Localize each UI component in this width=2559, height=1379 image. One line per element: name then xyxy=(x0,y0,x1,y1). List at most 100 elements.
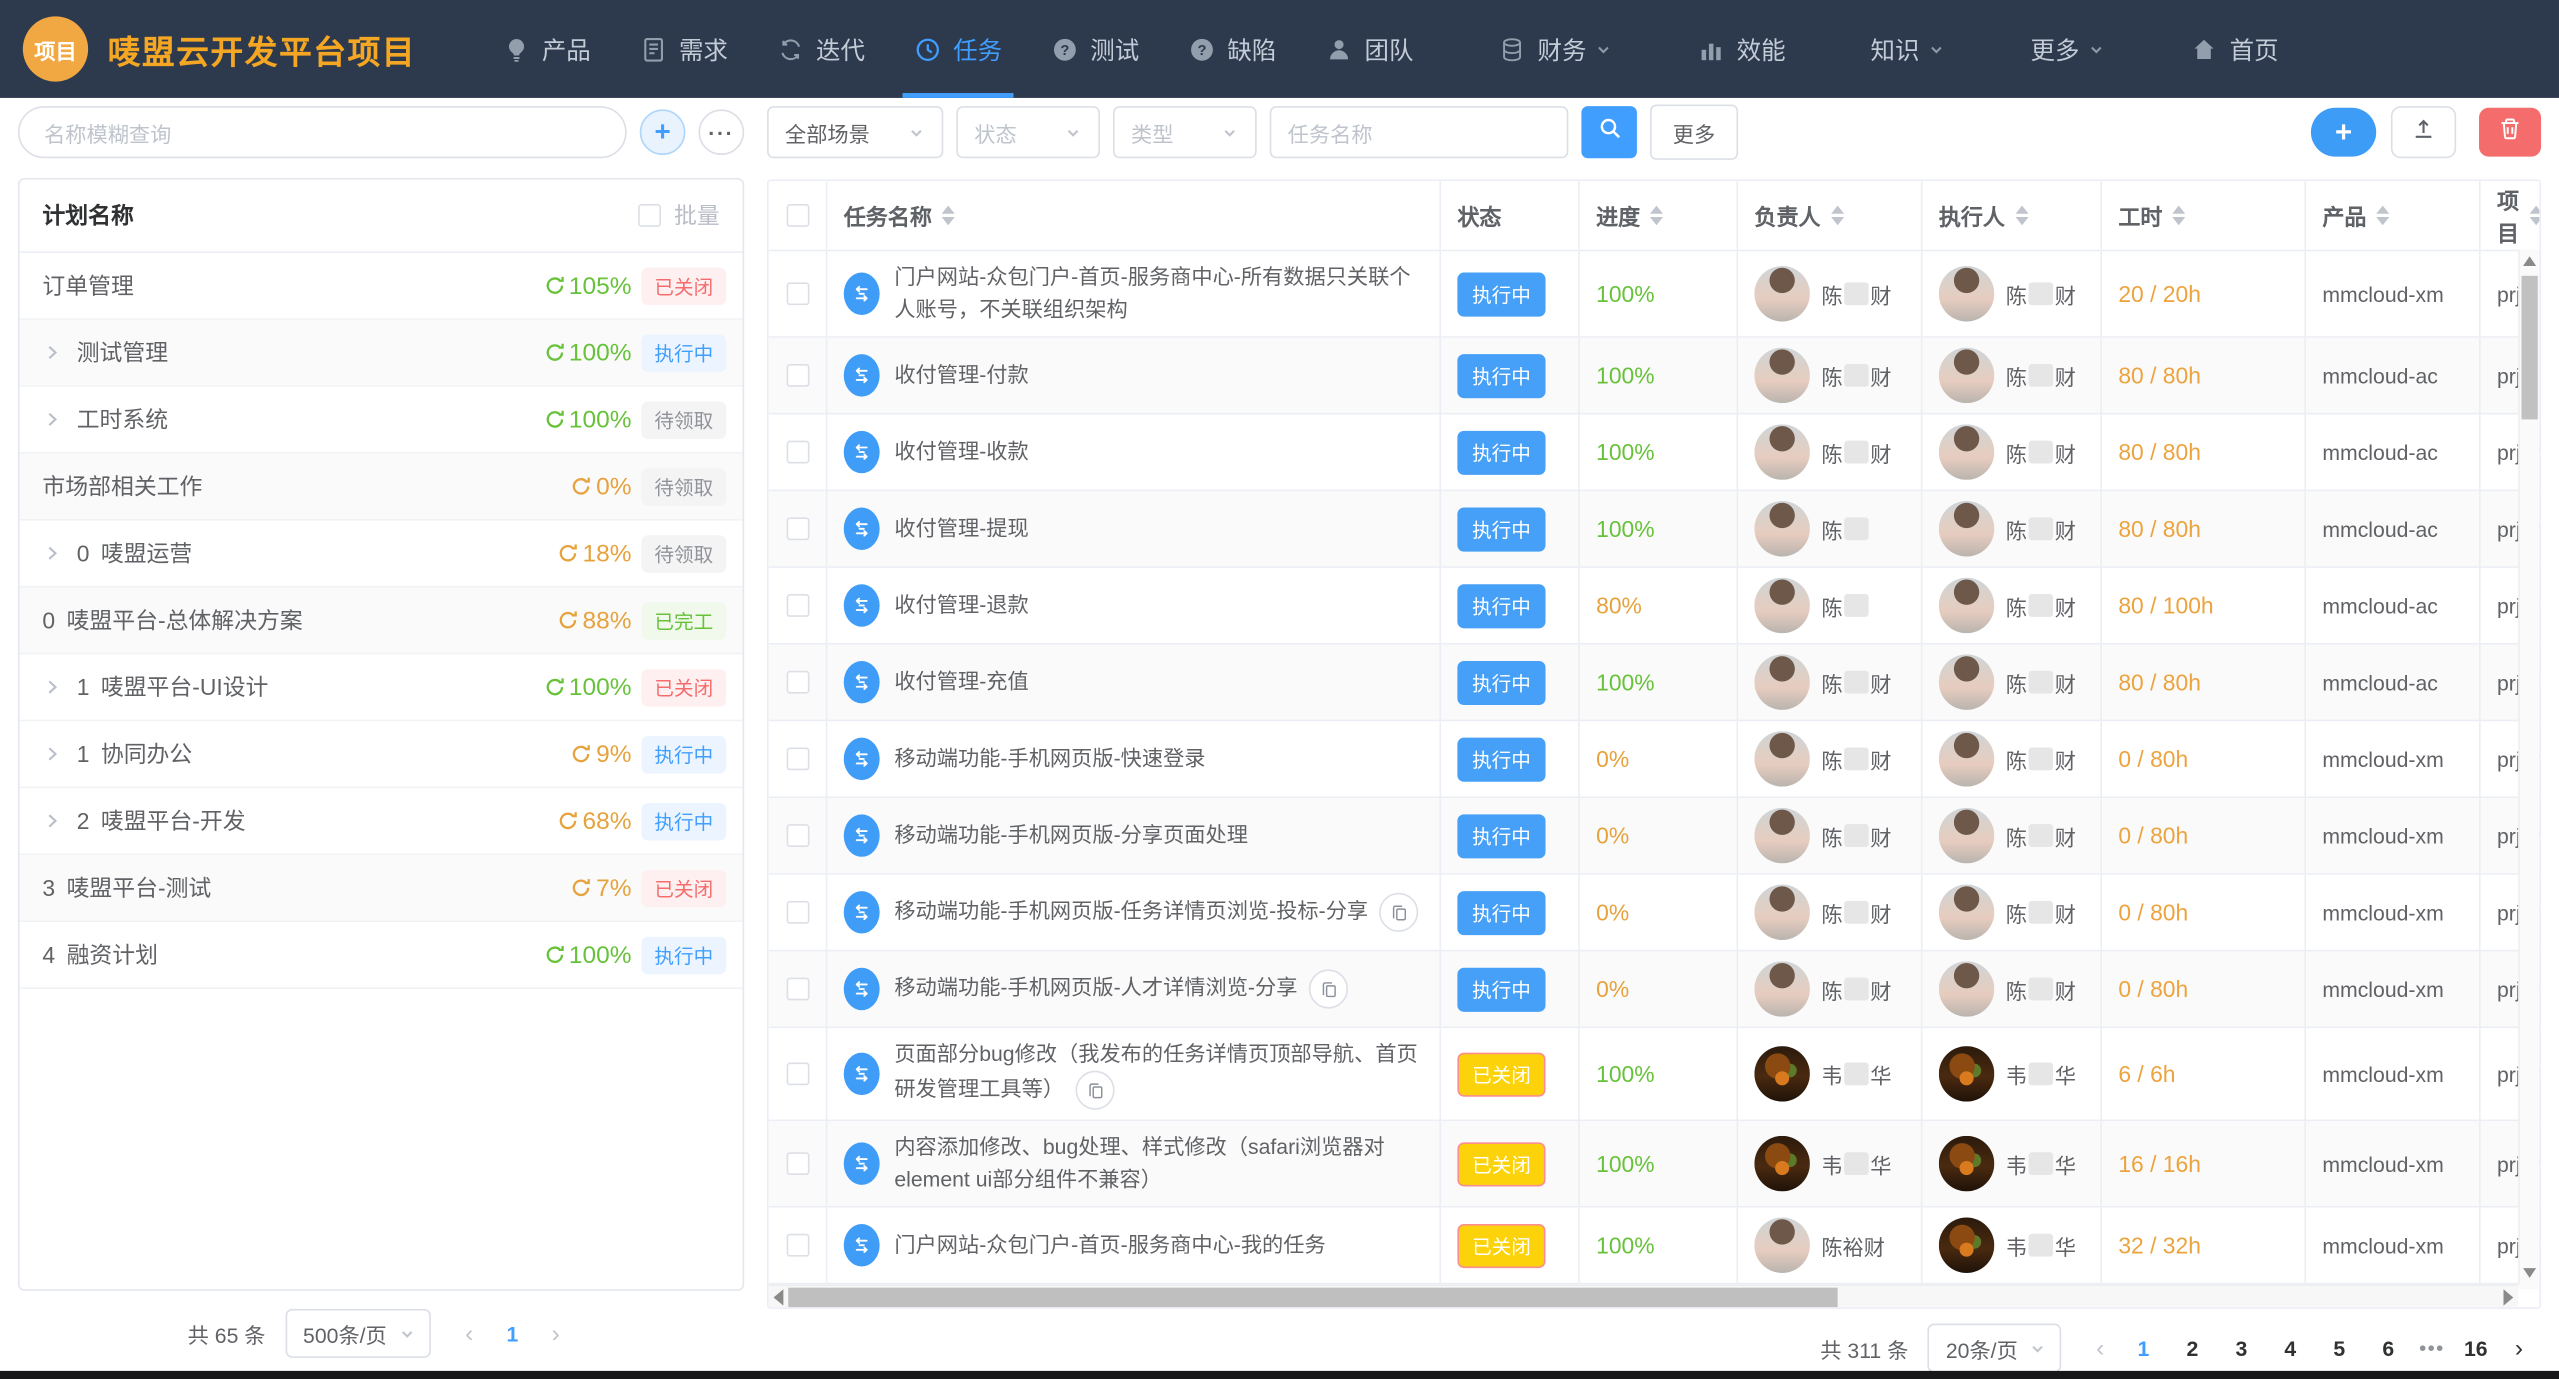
nav-item-首页[interactable]: 首页 xyxy=(2166,0,2303,98)
task-row[interactable]: 移动端功能-手机网页版-人才详情浏览-分享执行中0%陈财陈财0 / 80hmmc… xyxy=(769,951,2540,1028)
row-checkbox[interactable] xyxy=(786,901,809,924)
nav-item-知识[interactable]: 知识 xyxy=(1846,0,1970,98)
vertical-scroll-thumb[interactable] xyxy=(2521,276,2537,420)
refresh-icon[interactable] xyxy=(556,809,579,832)
plan-row[interactable]: 订单管理105%已关闭 xyxy=(20,253,743,320)
task-page-size-select[interactable]: 20条/页 xyxy=(1928,1324,2062,1373)
task-row[interactable]: 内容添加修改、bug处理、样式修改（safari浏览器对element ui部分… xyxy=(769,1121,2540,1207)
expand-chevron-icon[interactable] xyxy=(42,543,62,563)
search-button[interactable] xyxy=(1581,106,1636,158)
scene-select[interactable]: 全部场景 xyxy=(767,106,943,158)
row-checkbox[interactable] xyxy=(786,441,809,464)
add-task-button[interactable]: + xyxy=(2311,108,2376,157)
refresh-icon[interactable] xyxy=(570,475,593,498)
sort-carets-icon[interactable] xyxy=(2376,206,2389,226)
horizontal-scrollbar[interactable] xyxy=(769,1284,2519,1307)
scroll-down-arrow[interactable] xyxy=(2523,1268,2536,1278)
expand-chevron-icon[interactable] xyxy=(42,677,62,697)
add-plan-button[interactable]: + xyxy=(640,109,686,155)
copy-icon[interactable] xyxy=(1380,893,1419,932)
page-number[interactable]: 5 xyxy=(2315,1336,2364,1360)
nav-item-更多[interactable]: 更多 xyxy=(2006,0,2130,98)
nav-item-测试[interactable]: ?测试 xyxy=(1027,0,1164,98)
row-checkbox[interactable] xyxy=(786,747,809,770)
row-checkbox[interactable] xyxy=(786,282,809,305)
plan-row[interactable]: 测试管理100%执行中 xyxy=(20,320,743,387)
plan-page-size-select[interactable]: 500条/页 xyxy=(285,1309,431,1358)
column-header-product[interactable]: 产品 xyxy=(2306,181,2481,250)
task-row[interactable]: 移动端功能-手机网页版-任务详情页浏览-投标-分享执行中0%陈财陈财0 / 80… xyxy=(769,875,2540,952)
nav-item-产品[interactable]: 产品 xyxy=(478,0,615,98)
vertical-scrollbar[interactable] xyxy=(2518,250,2539,1285)
column-header-progress[interactable]: 进度 xyxy=(1580,181,1738,250)
status-select[interactable]: 状态 xyxy=(956,106,1100,158)
sort-carets-icon[interactable] xyxy=(2529,206,2540,226)
copy-icon[interactable] xyxy=(1076,1071,1115,1110)
copy-icon[interactable] xyxy=(1309,969,1348,1008)
expand-chevron-icon[interactable] xyxy=(42,343,62,363)
batch-checkbox[interactable] xyxy=(638,204,661,227)
task-row[interactable]: 收付管理-退款执行中80%陈陈财80 / 100hmmcloud-acprj-m xyxy=(769,568,2540,645)
plan-search-input[interactable]: 名称模糊查询 xyxy=(18,106,627,158)
row-checkbox[interactable] xyxy=(786,1062,809,1085)
plan-row[interactable]: 0唛盟运营18%待领取 xyxy=(20,521,743,588)
plan-row[interactable]: 2唛盟平台-开发68%执行中 xyxy=(20,788,743,855)
refresh-icon[interactable] xyxy=(556,542,579,565)
page-number[interactable]: 16 xyxy=(2451,1336,2500,1360)
scroll-left-arrow[interactable] xyxy=(774,1289,784,1305)
plan-row[interactable]: 1协同办公9%执行中 xyxy=(20,721,743,788)
plan-more-button[interactable]: ··· xyxy=(699,109,745,155)
scroll-up-arrow[interactable] xyxy=(2523,256,2536,266)
refresh-icon[interactable] xyxy=(556,609,579,632)
import-button[interactable] xyxy=(2391,106,2456,158)
sort-carets-icon[interactable] xyxy=(2172,206,2185,226)
page-number[interactable]: 6 xyxy=(2364,1336,2413,1360)
row-checkbox[interactable] xyxy=(786,364,809,387)
more-filters-button[interactable]: 更多 xyxy=(1650,104,1738,159)
row-checkbox[interactable] xyxy=(786,1152,809,1175)
prev-page-arrow[interactable]: ‹ xyxy=(2081,1334,2119,1362)
task-row[interactable]: 页面部分bug修改（我发布的任务详情页顶部导航、首页研发管理工具等）已关闭100… xyxy=(769,1028,2540,1121)
refresh-icon[interactable] xyxy=(543,676,566,699)
page-number[interactable]: 3 xyxy=(2217,1336,2266,1360)
row-checkbox[interactable] xyxy=(786,824,809,847)
plan-row[interactable]: 4融资计划100%执行中 xyxy=(20,922,743,989)
page-number[interactable]: 1 xyxy=(488,1321,537,1345)
select-all-checkbox[interactable] xyxy=(786,204,809,227)
plan-row[interactable]: 0唛盟平台-总体解决方案88%已完工 xyxy=(20,588,743,655)
column-header-hours[interactable]: 工时 xyxy=(2102,181,2306,250)
sort-carets-icon[interactable] xyxy=(1650,206,1663,226)
plan-row[interactable]: 3唛盟平台-测试7%已关闭 xyxy=(20,855,743,922)
nav-item-任务[interactable]: 任务 xyxy=(890,0,1027,98)
plan-row[interactable]: 市场部相关工作0%待领取 xyxy=(20,454,743,521)
column-header-exec[interactable]: 执行人 xyxy=(1923,181,2103,250)
task-row[interactable]: 收付管理-收款执行中100%陈财陈财80 / 80hmmcloud-acprj-… xyxy=(769,415,2540,492)
nav-item-需求[interactable]: 需求 xyxy=(615,0,752,98)
task-row[interactable]: 收付管理-提现执行中100%陈陈财80 / 80hmmcloud-acprj-m xyxy=(769,491,2540,568)
horizontal-scroll-thumb[interactable] xyxy=(788,1288,1838,1308)
refresh-icon[interactable] xyxy=(543,408,566,431)
scroll-right-arrow[interactable] xyxy=(2504,1289,2514,1305)
plan-row[interactable]: 工时系统100%待领取 xyxy=(20,387,743,454)
row-checkbox[interactable] xyxy=(786,978,809,1001)
type-select[interactable]: 类型 xyxy=(1113,106,1257,158)
nav-item-财务[interactable]: 财务 xyxy=(1474,0,1637,98)
task-name-input[interactable]: 任务名称 xyxy=(1270,106,1569,158)
prev-page-arrow[interactable]: ‹ xyxy=(450,1319,488,1347)
next-page-arrow[interactable]: › xyxy=(2500,1334,2538,1362)
plan-row[interactable]: 1唛盟平台-UI设计100%已关闭 xyxy=(20,654,743,721)
delete-button[interactable] xyxy=(2479,108,2541,157)
task-row[interactable]: 收付管理-充值执行中100%陈财陈财80 / 80hmmcloud-acprj-… xyxy=(769,645,2540,722)
task-row[interactable]: 门户网站-众包门户-首页-服务商中心-所有数据只关联个人账号，不关联组织架构执行… xyxy=(769,251,2540,337)
next-page-arrow[interactable]: › xyxy=(537,1319,575,1347)
page-number[interactable]: 4 xyxy=(2266,1336,2315,1360)
task-row[interactable]: 门户网站-众包门户-首页-服务商中心-我的任务已关闭100%陈裕财韦华32 / … xyxy=(769,1208,2540,1285)
nav-item-缺陷[interactable]: ?缺陷 xyxy=(1164,0,1301,98)
refresh-icon[interactable] xyxy=(543,341,566,364)
sort-carets-icon[interactable] xyxy=(2015,206,2028,226)
page-number[interactable]: 1 xyxy=(2119,1336,2168,1360)
page-number[interactable]: 2 xyxy=(2168,1336,2217,1360)
column-header-name[interactable]: 任务名称 xyxy=(827,181,1441,250)
row-checkbox[interactable] xyxy=(786,1234,809,1257)
row-checkbox[interactable] xyxy=(786,594,809,617)
